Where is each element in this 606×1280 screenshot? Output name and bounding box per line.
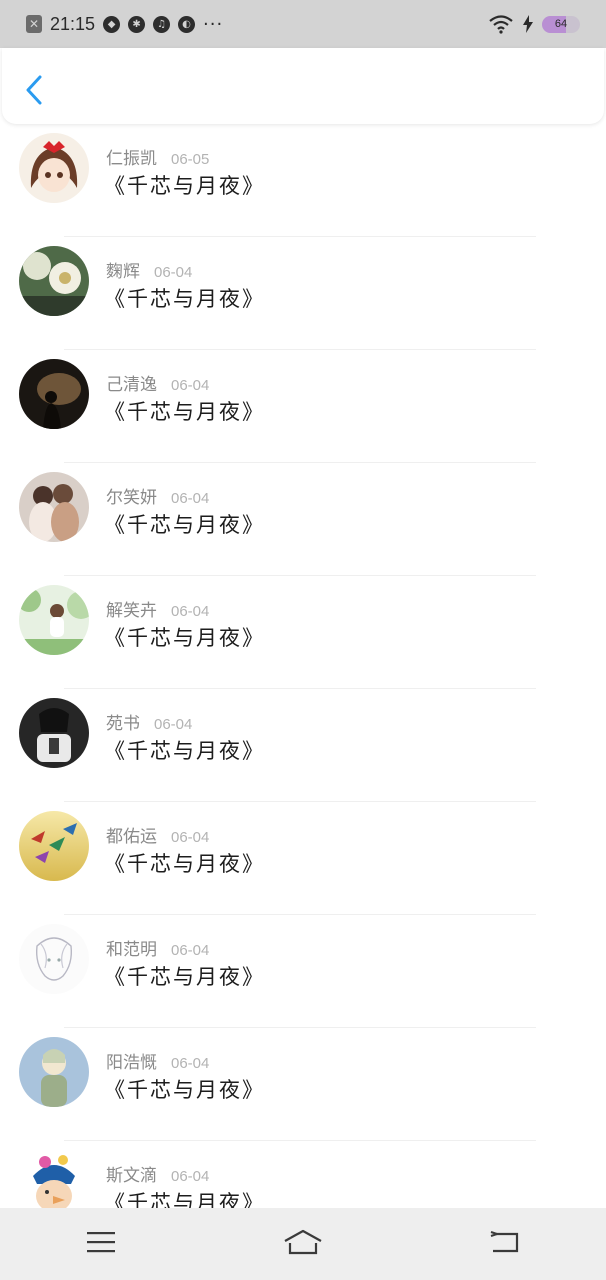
back-button[interactable]	[22, 74, 46, 110]
menu-button[interactable]	[71, 1219, 131, 1269]
user-name: 解笑卉	[106, 601, 157, 621]
back-nav-button[interactable]	[475, 1219, 535, 1269]
book-title: 《千芯与月夜》	[104, 287, 265, 311]
wifi-icon	[488, 14, 514, 34]
post-date: 06-04	[171, 942, 210, 959]
app-header	[2, 48, 604, 124]
post-date: 06-04	[154, 264, 193, 281]
app-icon-2: ✱	[128, 15, 146, 33]
list-item[interactable]: 斯文滴 06-04 《千芯与月夜》	[0, 1141, 606, 1208]
status-bar: ✕ 21:15 ◆ ✱ ♫ ◐ ··· 64	[0, 0, 606, 48]
post-date: 06-04	[171, 490, 210, 507]
avatar[interactable]	[19, 472, 89, 542]
item-meta: 麴辉 06-04	[106, 257, 192, 282]
status-bar-left: ✕ 21:15 ◆ ✱ ♫ ◐ ···	[26, 14, 223, 35]
item-meta: 尔笑妍 06-04	[106, 483, 209, 508]
list-item[interactable]: 尔笑妍 06-04 《千芯与月夜》	[0, 463, 606, 576]
app-icon-1: ◆	[103, 15, 121, 33]
post-date: 06-04	[171, 829, 210, 846]
book-title: 《千芯与月夜》	[104, 1078, 265, 1102]
user-name: 己清逸	[106, 375, 157, 395]
book-title: 《千芯与月夜》	[104, 513, 265, 537]
home-button[interactable]	[273, 1219, 333, 1269]
user-name: 尔笑妍	[106, 488, 157, 508]
list-item[interactable]: 都佑运 06-04 《千芯与月夜》	[0, 802, 606, 915]
app-icon-3: ♫	[153, 15, 171, 33]
post-date: 06-04	[171, 1168, 210, 1185]
list-item[interactable]: 和范明 06-04 《千芯与月夜》	[0, 915, 606, 1028]
menu-icon	[86, 1230, 116, 1258]
avatar[interactable]	[19, 1037, 89, 1107]
avatar[interactable]	[19, 698, 89, 768]
post-date: 06-04	[171, 603, 210, 620]
avatar[interactable]	[19, 246, 89, 316]
user-name: 麴辉	[106, 262, 140, 282]
book-title: 《千芯与月夜》	[104, 1191, 265, 1208]
user-name: 阳浩慨	[106, 1053, 157, 1073]
status-time: 21:15	[50, 13, 96, 34]
chevron-left-icon	[25, 74, 43, 110]
item-meta: 斯文滴 06-04	[106, 1161, 209, 1186]
item-meta: 和范明 06-04	[106, 935, 209, 960]
book-title: 《千芯与月夜》	[104, 626, 265, 650]
list-item[interactable]: 仁振凯 06-05 《千芯与月夜》	[0, 124, 606, 237]
book-title: 《千芯与月夜》	[104, 400, 265, 424]
avatar[interactable]	[19, 133, 89, 203]
close-box-icon: ✕	[26, 15, 42, 33]
avatar[interactable]	[19, 924, 89, 994]
list-item[interactable]: 阳浩慨 06-04 《千芯与月夜》	[0, 1028, 606, 1141]
item-meta: 己清逸 06-04	[106, 370, 209, 395]
list-item[interactable]: 解笑卉 06-04 《千芯与月夜》	[0, 576, 606, 689]
post-date: 06-04	[171, 377, 210, 394]
user-name: 仁振凯	[106, 149, 157, 169]
post-date: 06-04	[171, 1055, 210, 1072]
avatar[interactable]	[19, 359, 89, 429]
post-date: 06-05	[171, 151, 210, 168]
battery-icon: 64	[542, 15, 580, 33]
avatar[interactable]	[19, 585, 89, 655]
list-item[interactable]: 麴辉 06-04 《千芯与月夜》	[0, 237, 606, 350]
user-name: 都佑运	[106, 827, 157, 847]
status-bar-right: 64	[488, 14, 580, 34]
app-icon-4: ◐	[178, 15, 196, 33]
user-name: 苑书	[106, 714, 140, 734]
item-meta: 苑书 06-04	[106, 709, 192, 734]
more-dots-icon: ···	[203, 13, 224, 35]
user-name: 和范明	[106, 940, 157, 960]
back-icon	[489, 1229, 521, 1259]
list-item[interactable]: 己清逸 06-04 《千芯与月夜》	[0, 350, 606, 463]
item-meta: 解笑卉 06-04	[106, 596, 209, 621]
avatar[interactable]	[19, 1150, 89, 1208]
book-title: 《千芯与月夜》	[104, 852, 265, 876]
charging-bolt-icon	[522, 15, 534, 33]
item-meta: 都佑运 06-04	[106, 822, 209, 847]
comment-list: 仁振凯 06-05 《千芯与月夜》 麴辉 06-04 《千芯与月夜》 己清逸 0…	[0, 124, 606, 1208]
avatar[interactable]	[19, 811, 89, 881]
item-meta: 阳浩慨 06-04	[106, 1048, 209, 1073]
user-name: 斯文滴	[106, 1166, 157, 1186]
list-item[interactable]: 苑书 06-04 《千芯与月夜》	[0, 689, 606, 802]
battery-level: 64	[554, 17, 568, 30]
bottom-nav-bar	[0, 1208, 606, 1280]
book-title: 《千芯与月夜》	[104, 174, 265, 198]
home-icon	[283, 1229, 323, 1259]
post-date: 06-04	[154, 716, 193, 733]
book-title: 《千芯与月夜》	[104, 965, 265, 989]
book-title: 《千芯与月夜》	[104, 739, 265, 763]
item-meta: 仁振凯 06-05	[106, 144, 209, 169]
